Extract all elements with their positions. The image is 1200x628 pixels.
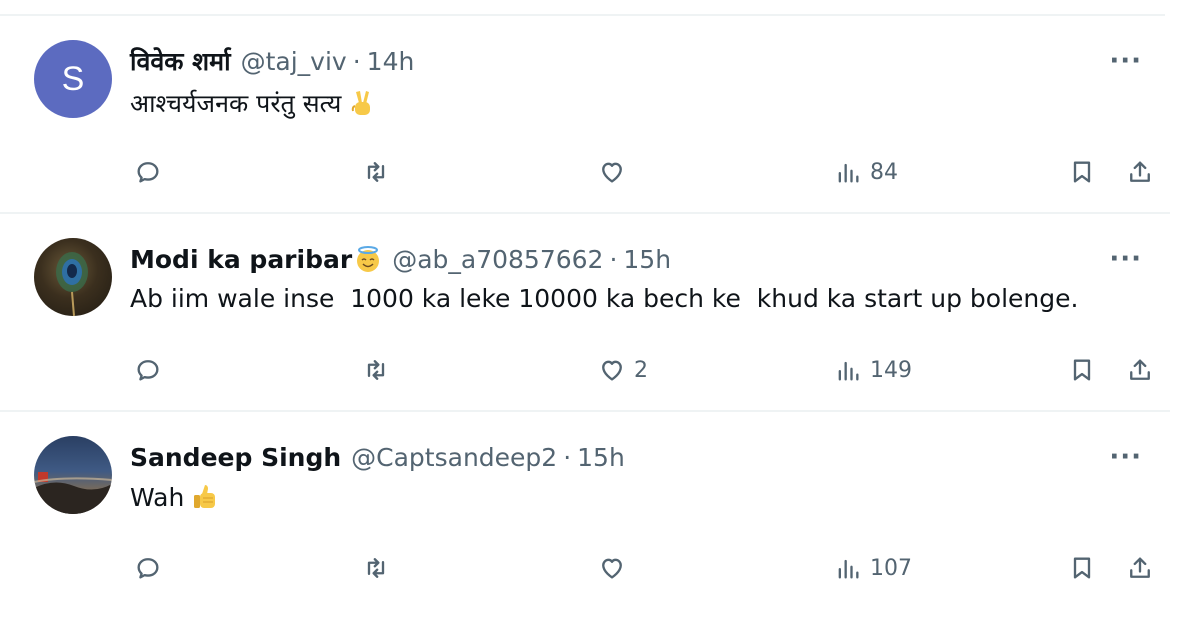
separator-dot: · [609,244,618,274]
share-button[interactable] [1126,352,1154,388]
tweet-time[interactable]: 14h [367,47,415,76]
bookmark-icon [1073,161,1091,183]
tweet-header: Modi ka paribar @ab_a70857662 · 15h [130,242,671,276]
retweet-button[interactable] [362,550,390,586]
reply-button[interactable] [134,550,162,586]
views-button[interactable]: 84 [834,154,898,190]
bookmark-button[interactable] [1068,550,1096,586]
tweet-header: Sandeep Singh @Captsandeep2 · 15h [130,440,625,474]
victory-hand-icon [352,91,371,115]
tweet-item[interactable]: Sandeep Singh @Captsandeep2 · 15h ··· Wa… [0,412,1170,608]
retweet-icon [367,162,385,182]
separator-dot: · [352,46,361,76]
bookmark-button[interactable] [1068,352,1096,388]
reply-feed: S विवेक शर्मा @taj_viv · 14h ··· आश्चर्य… [0,16,1170,608]
author-handle[interactable]: @taj_viv [241,47,347,76]
more-options-icon[interactable]: ··· [1109,442,1142,472]
tweet-time[interactable]: 15h [577,443,625,472]
tweet-actions: 2 149 [0,352,1170,388]
tweet-text-content: Ab iim wale inse 1000 ka leke 10000 ka b… [130,284,1079,313]
tweet-time[interactable]: 15h [623,245,671,274]
retweet-button[interactable] [362,154,390,190]
tweet-actions: 84 [0,154,1170,190]
landscape-photo-icon [34,472,112,514]
share-icon [1130,359,1150,380]
tweet-text: Ab iim wale inse 1000 ka leke 10000 ka b… [130,284,1078,313]
tweet-text: Wah [130,482,220,512]
author-handle[interactable]: @ab_a70857662 [392,245,603,274]
author-name[interactable]: Modi ka paribar [130,245,352,274]
heart-icon [602,162,622,183]
tweet-header: विवेक शर्मा @taj_viv · 14h [130,44,414,78]
like-button[interactable]: 2 [598,352,648,388]
views-icon [838,361,859,381]
retweet-icon [367,558,385,578]
views-count: 107 [870,555,912,581]
heart-icon [602,360,622,381]
views-icon [838,163,859,183]
author-handle[interactable]: @Captsandeep2 [351,443,557,472]
reply-button[interactable] [134,352,162,388]
heart-icon [602,558,622,579]
views-icon [838,559,859,579]
views-count: 84 [870,159,898,185]
like-count: 2 [634,357,648,383]
like-button[interactable] [598,550,634,586]
tweet-item[interactable]: Modi ka paribar @ab_a70857662 · 15h ··· … [0,214,1170,412]
share-button[interactable] [1126,154,1154,190]
avatar[interactable]: S [34,40,112,118]
reply-icon [137,162,159,183]
bookmark-button[interactable] [1068,154,1096,190]
separator-dot: · [563,442,572,472]
avatar[interactable] [34,436,112,514]
like-button[interactable] [598,154,634,190]
more-options-icon[interactable]: ··· [1109,46,1142,76]
share-button[interactable] [1126,550,1154,586]
avatar-letter: S [61,59,85,98]
tweet-item[interactable]: S विवेक शर्मा @taj_viv · 14h ··· आश्चर्य… [0,16,1170,214]
views-button[interactable]: 149 [834,352,912,388]
reply-icon [137,360,159,381]
tweet-text-content: Wah [130,482,185,512]
reply-icon [137,558,159,579]
share-icon [1130,161,1150,182]
retweet-button[interactable] [362,352,390,388]
bookmark-icon [1073,557,1091,579]
tweet-text: आश्चर्यजनक परंतु सत्य [130,86,377,120]
tweet-actions: 107 [0,550,1170,586]
views-count: 149 [870,357,912,383]
views-button[interactable]: 107 [834,550,912,586]
peacock-feather-icon [56,252,88,316]
avatar[interactable] [34,238,112,316]
reply-button[interactable] [134,154,162,190]
more-options-icon[interactable]: ··· [1109,244,1142,274]
bookmark-icon [1073,359,1091,381]
thumbs-up-icon [194,485,216,508]
author-name[interactable]: Sandeep Singh [130,443,341,472]
smiling-face-with-halo-icon [357,246,380,272]
author-name[interactable]: विवेक शर्मा [130,44,231,78]
retweet-icon [367,360,385,380]
tweet-text-content: आश्चर्यजनक परंतु सत्य [130,89,342,118]
share-icon [1130,557,1150,578]
